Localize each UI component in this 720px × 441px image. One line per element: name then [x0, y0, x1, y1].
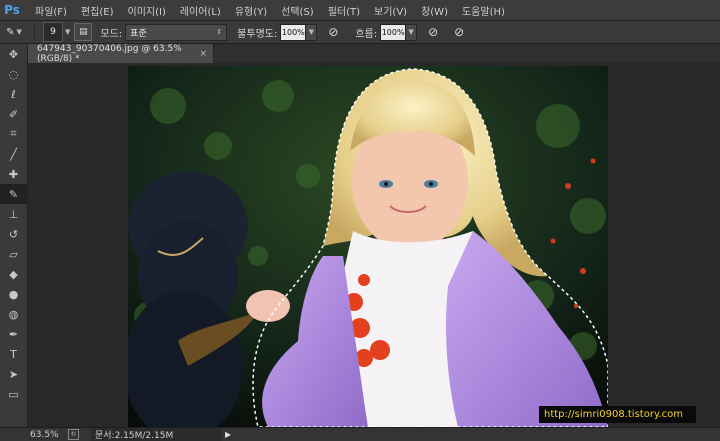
- lasso-tool-icon[interactable]: ℓ: [0, 84, 27, 104]
- opacity-label: 불투명도:: [237, 28, 278, 40]
- type-tool-icon[interactable]: T: [0, 344, 27, 364]
- menu-edit[interactable]: 편집(E): [74, 3, 121, 18]
- document-tab[interactable]: 647943_90370406.jpg @ 63.5% (RGB/8) * ×: [28, 43, 214, 64]
- document-title: 647943_90370406.jpg @ 63.5% (RGB/8) *: [37, 43, 182, 64]
- menu-bar: Ps 파일(F) 편집(E) 이미지(I) 레이어(L) 유형(Y) 선택(S)…: [0, 0, 720, 21]
- crop-tool-icon[interactable]: ⌗: [0, 124, 27, 144]
- clone-stamp-tool-icon[interactable]: ⊥: [0, 204, 27, 224]
- canvas-area[interactable]: http://simri0908.tistory.com: [28, 63, 720, 427]
- paint-bucket-tool-icon[interactable]: ◆: [0, 264, 27, 284]
- brush-tool-icon[interactable]: ✎: [0, 184, 27, 204]
- status-menu-arrow-icon[interactable]: ▶: [225, 430, 231, 439]
- flow-input[interactable]: 100%: [380, 23, 407, 41]
- brush-panel-toggle-icon[interactable]: ▤: [74, 23, 93, 41]
- tool-preset-picker[interactable]: ✎ ▼: [0, 24, 28, 40]
- menu-help[interactable]: 도움말(H): [455, 3, 512, 18]
- history-brush-tool-icon[interactable]: ↺: [0, 224, 27, 244]
- eyedropper-tool-icon[interactable]: ╱: [0, 144, 27, 164]
- opacity-input[interactable]: 100%: [280, 23, 307, 41]
- document-size-info[interactable]: 문서:2.15M/2.15M: [91, 428, 221, 441]
- healing-brush-tool-icon[interactable]: ✚: [0, 164, 27, 184]
- quick-selection-tool-icon[interactable]: ✐: [0, 104, 27, 124]
- toolbox: ✥ ◌ ℓ ✐ ⌗ ╱ ✚ ✎ ⊥ ↺ ▱ ◆ ● ◍ ✒ T ➤ ▭: [0, 44, 28, 427]
- chevron-down-icon[interactable]: ▼: [65, 28, 70, 36]
- divider: [34, 24, 35, 40]
- chevron-down-icon: ▼: [16, 28, 22, 36]
- pressure-opacity-icon[interactable]: ⊘: [325, 24, 341, 40]
- menu-window[interactable]: 창(W): [414, 3, 455, 18]
- document-image[interactable]: [128, 66, 608, 427]
- mode-select[interactable]: 표준 ⇕: [125, 23, 228, 41]
- brush-icon: ✎: [6, 26, 15, 38]
- blur-tool-icon[interactable]: ●: [0, 284, 27, 304]
- document-tab-bar: 647943_90370406.jpg @ 63.5% (RGB/8) * ×: [28, 43, 720, 64]
- mode-value: 표준: [130, 28, 147, 39]
- airbrush-icon[interactable]: ⊘: [425, 24, 441, 40]
- flow-slider-toggle[interactable]: ▼: [406, 23, 418, 41]
- pressure-size-icon[interactable]: ⊘: [451, 24, 467, 40]
- mode-label: 모드:: [100, 28, 123, 40]
- photoshop-logo: Ps: [4, 3, 20, 17]
- watermark-text: http://simri0908.tistory.com: [539, 406, 696, 423]
- menu-view[interactable]: 보기(V): [367, 3, 414, 18]
- options-bar: ✎ ▼ 9 ▼ ▤ 모드: 표준 ⇕ 불투명도: 100% ▼ ⊘ 흐름: 100%…: [0, 21, 720, 44]
- brush-size-picker[interactable]: 9: [43, 22, 63, 42]
- menu-type[interactable]: 유형(Y): [228, 3, 274, 18]
- info-icon[interactable]: ©: [68, 429, 79, 440]
- path-selection-tool-icon[interactable]: ➤: [0, 364, 27, 384]
- eraser-tool-icon[interactable]: ▱: [0, 244, 27, 264]
- flow-label: 흐름:: [355, 28, 378, 40]
- status-bar: 63.5% © 문서:2.15M/2.15M ▶: [0, 427, 720, 441]
- chevron-updown-icon: ⇕: [216, 28, 223, 36]
- opacity-slider-toggle[interactable]: ▼: [306, 23, 318, 41]
- dodge-tool-icon[interactable]: ◍: [0, 304, 27, 324]
- menu-file[interactable]: 파일(F): [28, 3, 74, 18]
- photo-illustration: [128, 66, 608, 427]
- move-tool-icon[interactable]: ✥: [0, 44, 27, 64]
- pen-tool-icon[interactable]: ✒: [0, 324, 27, 344]
- close-icon[interactable]: ×: [199, 49, 207, 59]
- menu-image[interactable]: 이미지(I): [121, 3, 173, 18]
- marquee-tool-icon[interactable]: ◌: [0, 64, 27, 84]
- menu-select[interactable]: 선택(S): [274, 3, 321, 18]
- menu-filter[interactable]: 필터(T): [321, 3, 367, 18]
- zoom-level[interactable]: 63.5%: [30, 430, 68, 440]
- rectangle-tool-icon[interactable]: ▭: [0, 384, 27, 404]
- menu-layer[interactable]: 레이어(L): [173, 3, 228, 18]
